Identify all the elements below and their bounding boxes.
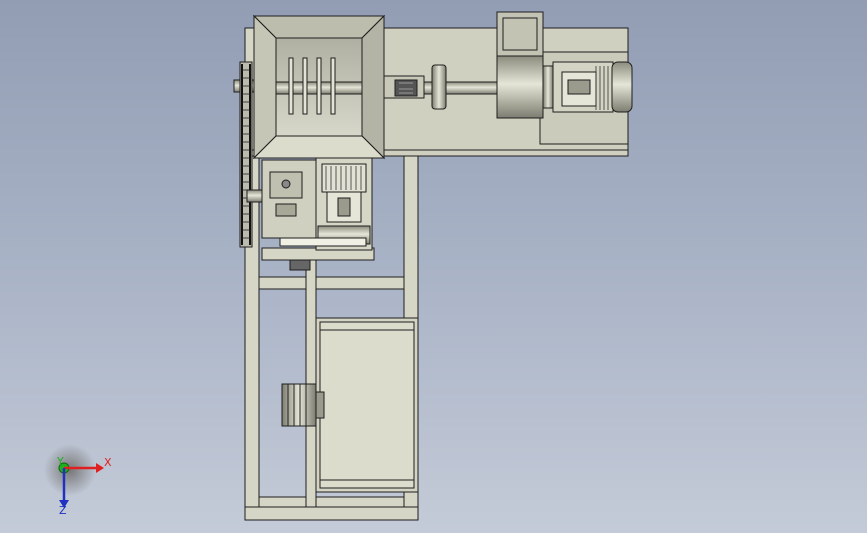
orientation-triad: X Y Z	[44, 444, 112, 517]
inner-frame-post	[305, 257, 317, 508]
coupling-flange	[542, 65, 554, 109]
gearbox-barrel	[496, 55, 544, 119]
main-motor	[552, 61, 633, 113]
assembly-drawing: X Y Z	[44, 11, 633, 521]
lower-motor-pulley	[281, 383, 317, 427]
shaft-collar	[431, 64, 447, 110]
throat-opening	[394, 79, 418, 97]
gear-motor-base	[279, 237, 367, 247]
z-axis-label: Z	[59, 504, 67, 517]
bottom-frame-beam	[244, 506, 419, 521]
triad-shadow	[44, 444, 96, 496]
lower-frame-beam	[258, 496, 405, 508]
motor-fan-cover	[611, 61, 633, 113]
cad-viewport[interactable]: X Y Z	[0, 0, 867, 533]
small-pulley	[289, 259, 311, 271]
middle-frame-beam	[258, 276, 405, 290]
x-axis-label: X	[104, 456, 112, 469]
x-axis-head	[96, 463, 104, 473]
y-axis-label: Y	[56, 455, 64, 468]
lower-motor	[281, 317, 419, 493]
feed-hopper	[252, 14, 386, 160]
